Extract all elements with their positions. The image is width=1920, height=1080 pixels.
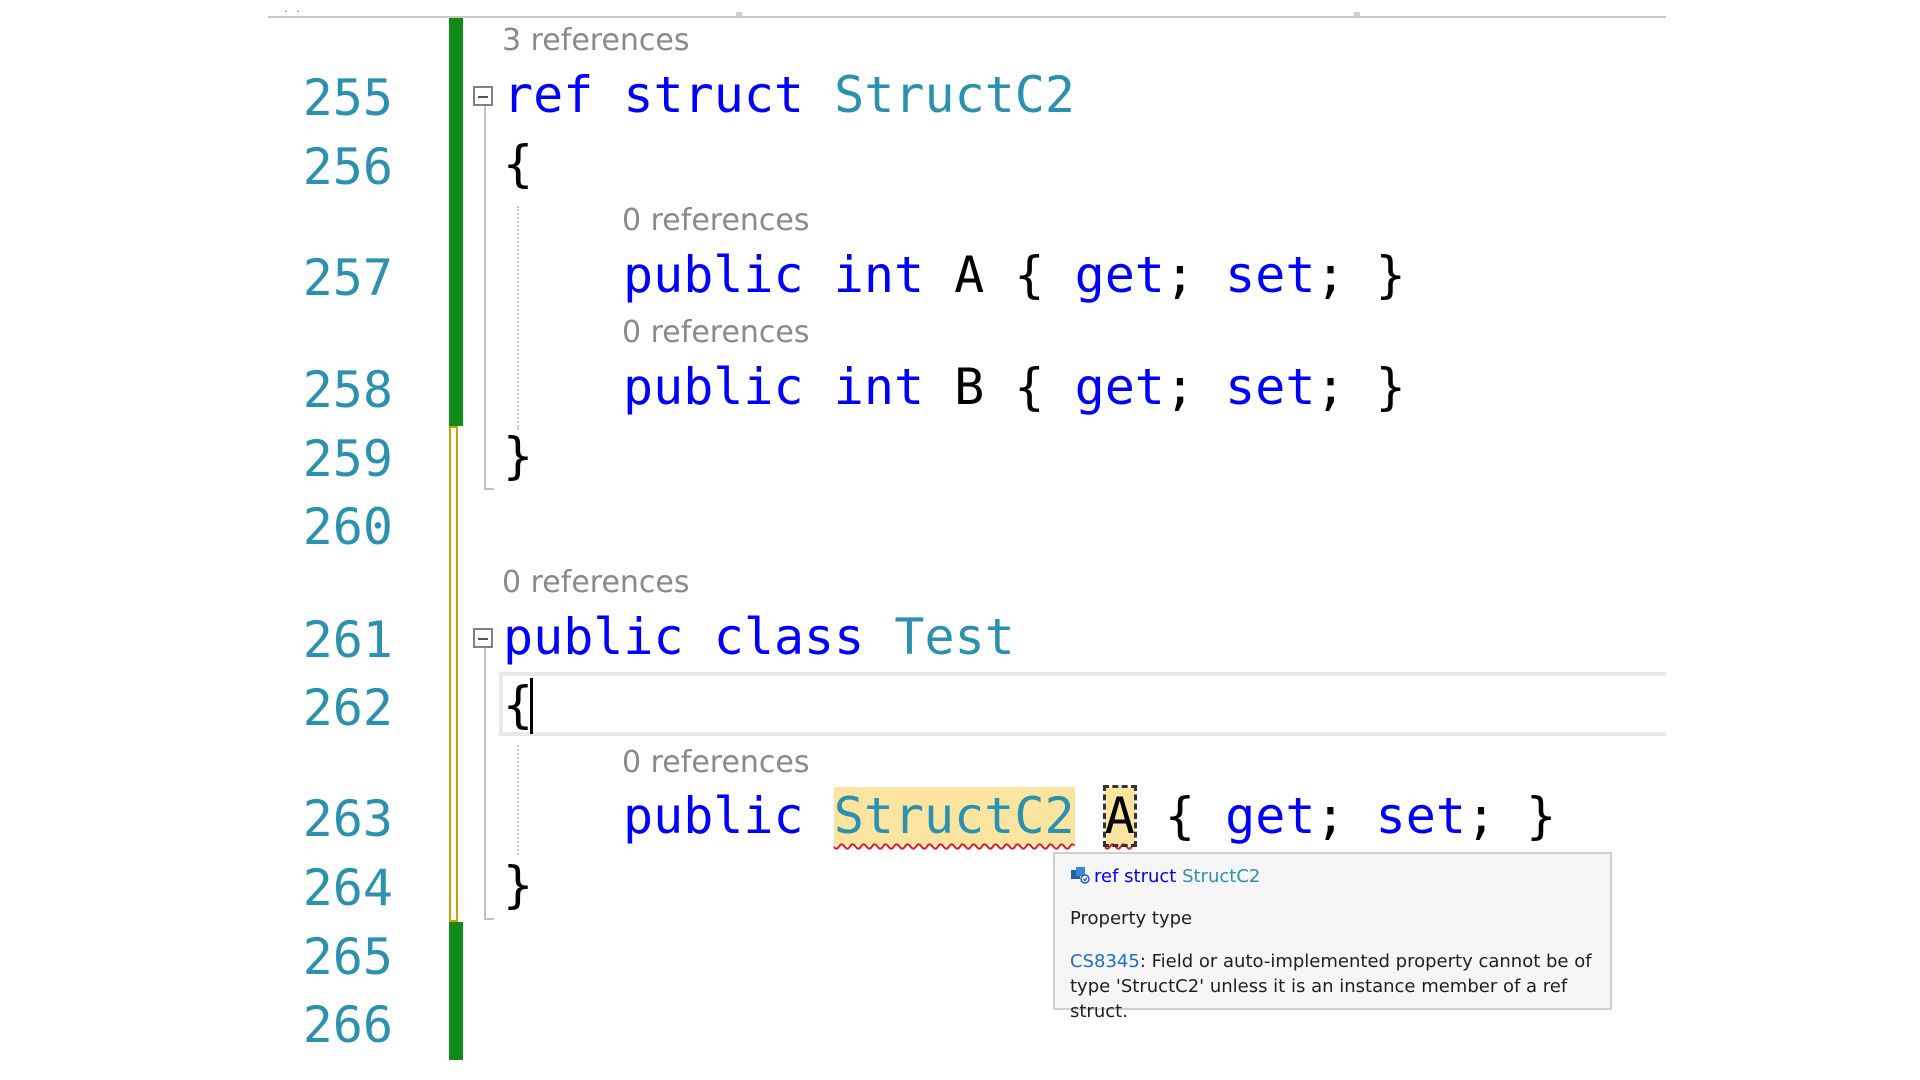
- code-editor[interactable]: . . 255 256 257 258 259 260 261 262 263 …: [0, 0, 1920, 1080]
- property-name: A: [954, 246, 985, 304]
- error-message: : Field or auto-implemented property can…: [1070, 951, 1592, 1022]
- outline-guide: [484, 106, 486, 490]
- quick-info-error: CS8345: Field or auto-implemented proper…: [1070, 949, 1600, 1024]
- code-lens-references[interactable]: 0 references: [622, 744, 810, 782]
- line-number: 261: [302, 611, 393, 669]
- scroll-tick: [1354, 12, 1360, 17]
- open-brace: {: [1164, 787, 1195, 845]
- outline-guide: [484, 648, 486, 920]
- open-brace: {: [503, 135, 534, 193]
- semicolon: ;: [1315, 358, 1346, 416]
- keyword-ref: ref: [503, 66, 594, 124]
- code-line-263[interactable]: public StructC2 A { get; set; }: [623, 785, 1556, 847]
- line-number: 257: [302, 249, 393, 307]
- line-number: 266: [302, 996, 393, 1054]
- struct-icon: [1070, 866, 1090, 884]
- outline-guide-end: [484, 488, 494, 490]
- line-number: 258: [302, 361, 393, 419]
- type-name: Test: [894, 608, 1015, 666]
- editor-top-border: [268, 16, 1666, 18]
- keyword-struct: struct: [623, 66, 805, 124]
- open-brace: {: [1014, 358, 1045, 416]
- line-number: 265: [302, 928, 393, 986]
- semicolon: ;: [1465, 787, 1497, 845]
- code-line-264[interactable]: }: [503, 854, 533, 916]
- keyword-class: class: [713, 608, 865, 666]
- quick-info-type: StructC2: [1182, 866, 1261, 887]
- line-number: 260: [302, 498, 393, 556]
- margin-dots: . .: [283, 4, 302, 15]
- text-caret: [530, 678, 533, 734]
- keyword-public: public: [623, 787, 804, 845]
- line-number: 255: [302, 69, 393, 127]
- line-number: 256: [302, 138, 393, 196]
- semicolon: ;: [1315, 246, 1346, 304]
- line-number: 262: [302, 679, 393, 737]
- keyword-int: int: [833, 246, 925, 304]
- code-line-262[interactable]: {: [503, 674, 533, 736]
- close-brace: }: [1375, 358, 1406, 416]
- code-lens-references[interactable]: 0 references: [622, 314, 810, 352]
- code-line-258[interactable]: public int B { get; set; }: [623, 356, 1406, 418]
- code-lens-references[interactable]: 0 references: [622, 202, 810, 240]
- close-brace: }: [503, 427, 534, 485]
- quick-info-tooltip: ref struct StructC2 Property type CS8345…: [1053, 852, 1612, 1022]
- keyword-int: int: [833, 358, 925, 416]
- semicolon: ;: [1164, 246, 1196, 304]
- code-line-256[interactable]: {: [503, 133, 533, 195]
- type-name: StructC2: [834, 66, 1075, 124]
- error-type-name[interactable]: StructC2: [833, 787, 1075, 845]
- current-line-highlight: [499, 672, 1666, 736]
- property-name: B: [954, 358, 985, 416]
- line-number: 263: [302, 790, 393, 848]
- code-line-255[interactable]: ref struct StructC2: [503, 64, 1075, 126]
- keyword-set: set: [1225, 246, 1316, 304]
- semicolon: ;: [1315, 787, 1346, 845]
- keyword-public: public: [623, 246, 804, 304]
- keyword-set: set: [1225, 358, 1316, 416]
- line-number: 264: [302, 859, 393, 917]
- indent-guide: [517, 745, 519, 855]
- code-lens-references[interactable]: 0 references: [502, 564, 690, 602]
- close-brace: }: [503, 856, 534, 914]
- keyword-public: public: [623, 358, 804, 416]
- property-name-highlighted[interactable]: A: [1102, 785, 1137, 847]
- line-number: 259: [302, 430, 393, 488]
- close-brace: }: [1526, 787, 1557, 845]
- quick-info-keyword: ref struct: [1094, 866, 1177, 887]
- code-line-257[interactable]: public int A { get; set; }: [623, 244, 1406, 306]
- quick-info-description: Property type: [1070, 908, 1193, 929]
- keyword-set: set: [1375, 787, 1466, 845]
- change-bar-saved: [449, 18, 463, 426]
- change-bar-unsaved: [449, 426, 458, 922]
- keyword-get: get: [1225, 787, 1316, 845]
- change-bar-saved: [449, 922, 463, 1060]
- keyword-get: get: [1074, 358, 1165, 416]
- code-line-261[interactable]: public class Test: [503, 606, 1015, 668]
- collapse-icon[interactable]: [473, 86, 493, 106]
- code-lens-references[interactable]: 3 references: [502, 22, 690, 60]
- collapse-icon[interactable]: [473, 628, 493, 648]
- code-line-259[interactable]: }: [503, 425, 533, 487]
- outline-guide-end: [484, 918, 494, 920]
- close-brace: }: [1375, 246, 1406, 304]
- quick-info-signature: ref struct StructC2: [1070, 866, 1260, 887]
- error-code-link[interactable]: CS8345: [1070, 951, 1140, 972]
- semicolon: ;: [1164, 358, 1196, 416]
- indent-guide: [517, 206, 519, 430]
- scroll-tick: [736, 12, 742, 17]
- keyword-public: public: [503, 608, 684, 666]
- keyword-get: get: [1074, 246, 1165, 304]
- open-brace: {: [1014, 246, 1045, 304]
- open-brace: {: [503, 676, 534, 734]
